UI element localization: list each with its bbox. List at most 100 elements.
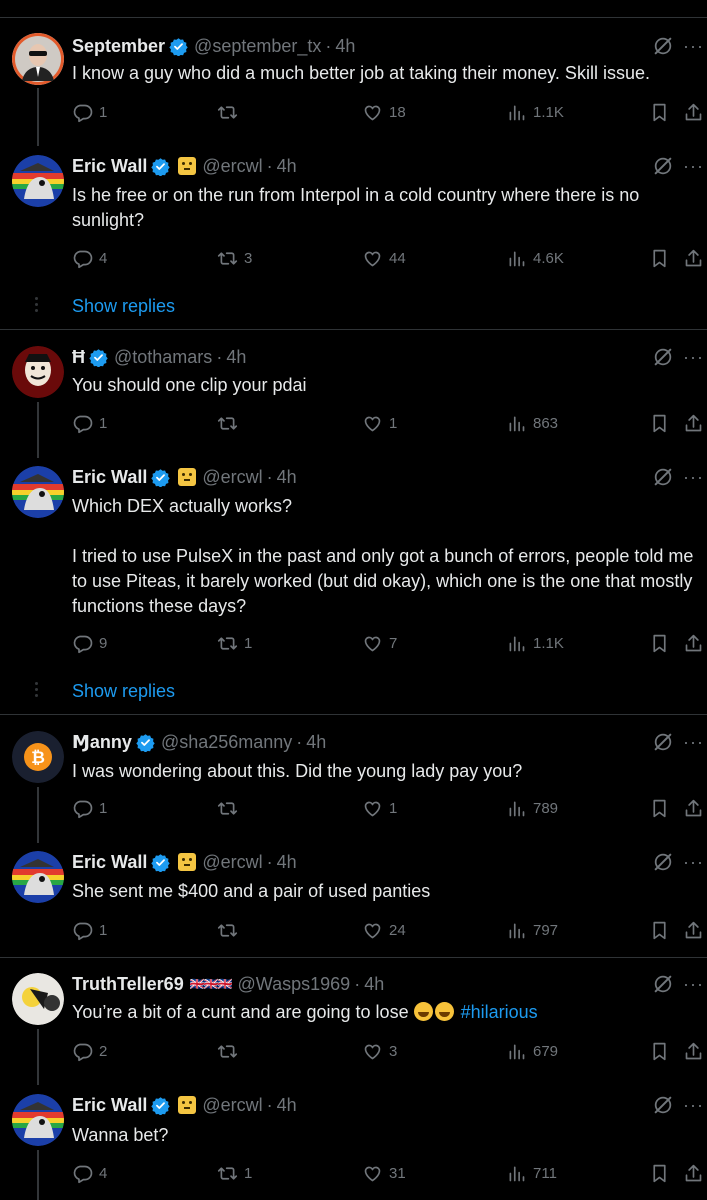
author-name[interactable]: TruthTeller69 (72, 973, 184, 995)
share-button[interactable] (683, 1041, 704, 1062)
show-replies-link[interactable]: Show replies (72, 681, 175, 702)
grok-icon[interactable] (652, 466, 674, 488)
views-button[interactable]: 1.1K (506, 633, 564, 654)
avatar[interactable] (12, 1094, 64, 1146)
author-name[interactable]: Eric Wall (72, 155, 147, 177)
grok-icon[interactable] (652, 973, 674, 995)
share-button[interactable] (683, 920, 704, 941)
author-handle[interactable]: @ercwl (202, 155, 262, 177)
author-name[interactable]: Eric Wall (72, 1094, 147, 1116)
grok-icon[interactable] (652, 1094, 674, 1116)
reply-button[interactable]: 4 (72, 1163, 107, 1184)
avatar[interactable] (12, 33, 64, 85)
avatar[interactable] (12, 346, 64, 398)
show-replies-link[interactable]: Show replies (72, 296, 175, 317)
share-button[interactable] (683, 798, 704, 819)
reply-button[interactable]: 4 (72, 248, 107, 269)
views-button[interactable]: 863 (506, 413, 558, 434)
grok-icon[interactable] (652, 731, 674, 753)
like-button[interactable]: 7 (362, 633, 397, 654)
share-button[interactable] (683, 413, 704, 434)
reply-button[interactable]: 1 (72, 920, 107, 941)
author-handle[interactable]: @ercwl (202, 851, 262, 873)
author-name[interactable]: September (72, 35, 165, 57)
bookmark-button[interactable] (649, 102, 670, 123)
hashtag-link[interactable]: #hilarious (461, 1002, 538, 1022)
more-options-button[interactable]: ··· (683, 733, 704, 751)
author-handle[interactable]: @ercwl (202, 466, 262, 488)
like-button[interactable]: 31 (362, 1163, 406, 1184)
grok-icon[interactable] (652, 346, 674, 368)
more-options-button[interactable]: ··· (683, 468, 704, 486)
grok-icon[interactable] (652, 35, 674, 57)
repost-button[interactable]: 3 (217, 248, 252, 269)
author-name[interactable]: Eric Wall (72, 851, 147, 873)
timestamp[interactable]: 4h (306, 731, 326, 753)
views-button[interactable]: 797 (506, 920, 558, 941)
like-button[interactable]: 24 (362, 920, 406, 941)
grok-icon[interactable] (652, 155, 674, 177)
timestamp[interactable]: 4h (277, 1094, 297, 1116)
views-button[interactable]: 789 (506, 798, 558, 819)
bookmark-button[interactable] (649, 413, 670, 434)
repost-button[interactable] (217, 1041, 244, 1062)
bookmark-button[interactable] (649, 1041, 670, 1062)
more-options-button[interactable]: ··· (683, 37, 704, 55)
bookmark-button[interactable] (649, 248, 670, 269)
more-options-button[interactable]: ··· (683, 157, 704, 175)
avatar[interactable] (12, 466, 64, 518)
timestamp[interactable]: 4h (277, 466, 297, 488)
reply-button[interactable]: 2 (72, 1041, 107, 1062)
like-button[interactable]: 44 (362, 248, 406, 269)
author-handle[interactable]: @ercwl (202, 1094, 262, 1116)
timestamp[interactable]: 4h (277, 851, 297, 873)
timestamp[interactable]: 4h (335, 35, 355, 57)
views-button[interactable]: 1.1K (506, 102, 564, 123)
more-options-button[interactable]: ··· (683, 853, 704, 871)
views-button[interactable]: 679 (506, 1041, 558, 1062)
repost-button[interactable] (217, 920, 244, 941)
author-handle[interactable]: @september_tx (194, 35, 321, 57)
bookmark-button[interactable] (649, 798, 670, 819)
repost-button[interactable]: 1 (217, 1163, 252, 1184)
avatar[interactable] (12, 155, 64, 207)
author-handle[interactable]: @tothamars (114, 346, 212, 368)
avatar[interactable] (12, 851, 64, 903)
views-button[interactable]: 4.6K (506, 248, 564, 269)
views-button[interactable]: 711 (506, 1163, 557, 1184)
author-name[interactable]: Eric Wall (72, 466, 147, 488)
timestamp[interactable]: 4h (226, 346, 246, 368)
like-button[interactable]: 1 (362, 413, 397, 434)
repost-button[interactable] (217, 413, 244, 434)
bookmark-button[interactable] (649, 1163, 670, 1184)
bookmark-button[interactable] (649, 633, 670, 654)
share-button[interactable] (683, 248, 704, 269)
more-options-button[interactable]: ··· (683, 975, 704, 993)
author-handle[interactable]: @Wasps1969 (238, 973, 351, 995)
share-button[interactable] (683, 1163, 704, 1184)
more-options-button[interactable]: ··· (683, 1096, 704, 1114)
author-name[interactable]: Ħ (72, 346, 85, 368)
timestamp[interactable]: 4h (277, 155, 297, 177)
grok-icon[interactable] (652, 851, 674, 873)
share-button[interactable] (683, 633, 704, 654)
repost-button[interactable] (217, 102, 244, 123)
reply-button[interactable]: 9 (72, 633, 107, 654)
timestamp[interactable]: 4h (364, 973, 384, 995)
author-handle[interactable]: @sha256manny (161, 731, 292, 753)
like-button[interactable]: 1 (362, 798, 397, 819)
view-count: 797 (533, 922, 559, 939)
reply-button[interactable]: 1 (72, 413, 107, 434)
like-button[interactable]: 18 (362, 102, 406, 123)
avatar[interactable] (12, 973, 64, 1025)
bookmark-button[interactable] (649, 920, 670, 941)
repost-button[interactable] (217, 798, 244, 819)
repost-button[interactable]: 1 (217, 633, 252, 654)
avatar[interactable]: ₿ (12, 731, 64, 783)
share-button[interactable] (683, 102, 704, 123)
like-button[interactable]: 3 (362, 1041, 397, 1062)
more-options-button[interactable]: ··· (683, 348, 704, 366)
reply-button[interactable]: 1 (72, 102, 107, 123)
author-name[interactable]: Ɱanny (72, 731, 132, 753)
reply-button[interactable]: 1 (72, 798, 107, 819)
